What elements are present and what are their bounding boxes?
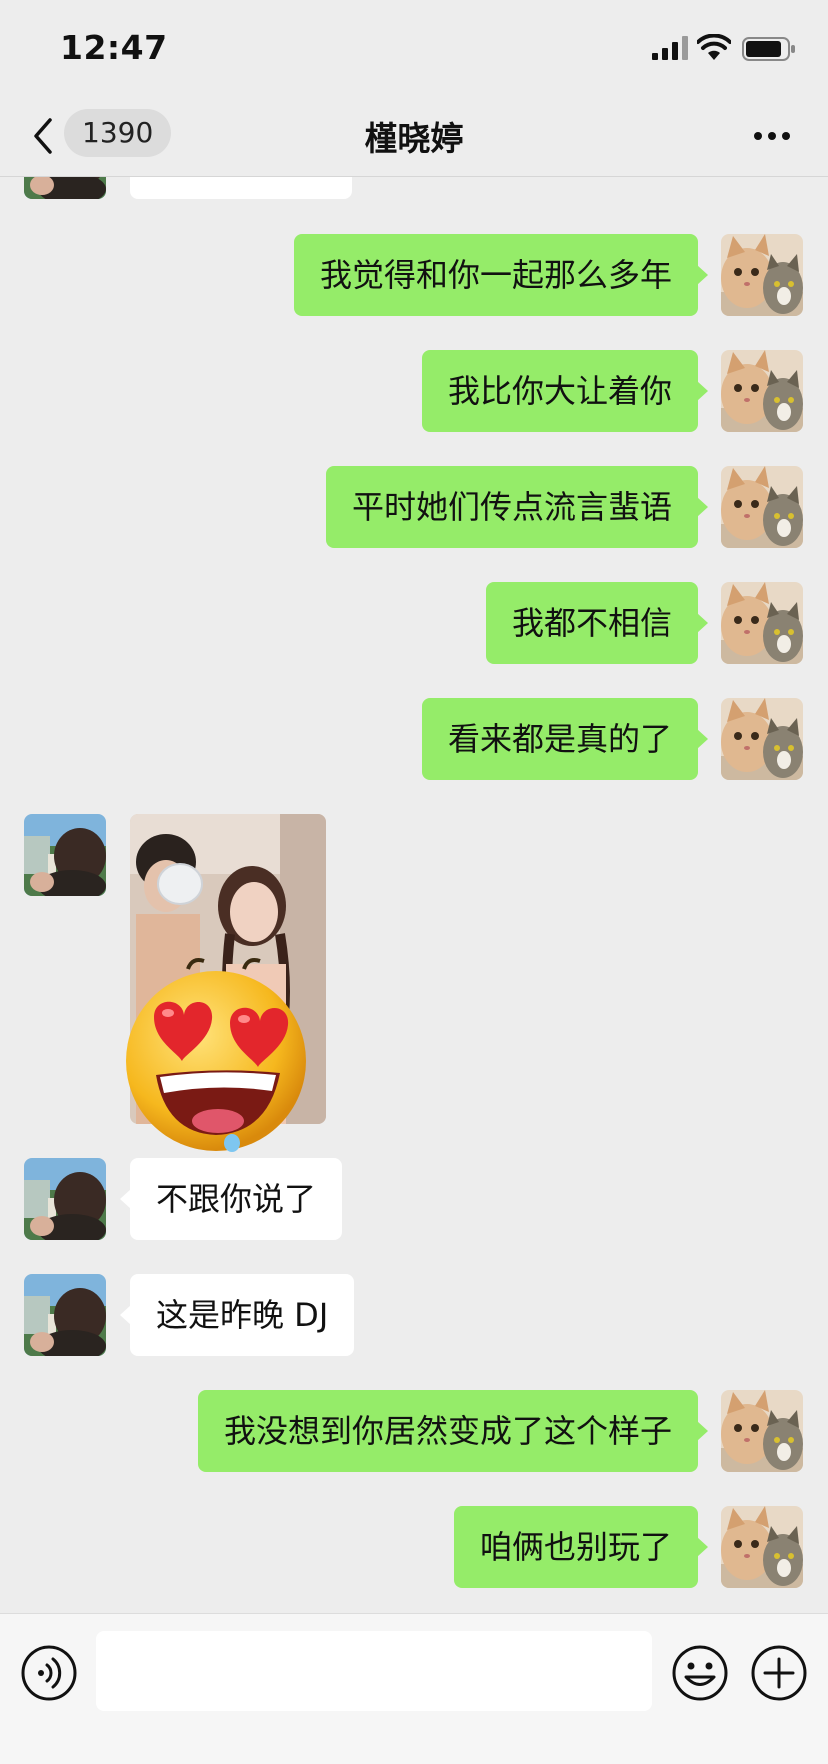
input-bar: [0, 1613, 828, 1764]
avatar-contact[interactable]: [24, 1158, 106, 1240]
battery-icon: [742, 37, 795, 61]
message-bubble-sent[interactable]: 我都不相信: [485, 582, 709, 664]
avatar-self[interactable]: [721, 582, 803, 664]
chat-title: 槿晓婷: [364, 119, 464, 158]
emoji-icon[interactable]: [671, 1644, 729, 1702]
message-bubble-received[interactable]: 不跟你说了: [119, 1158, 343, 1240]
message-bubble-sent[interactable]: 平时她们传点流言蜚语: [325, 466, 709, 548]
avatar-self[interactable]: [721, 466, 803, 548]
avatar-self[interactable]: [721, 698, 803, 780]
message-bubble-sent[interactable]: 我比你大让着你: [421, 350, 709, 432]
nav-bar: 1390 槿晓婷: [0, 100, 828, 177]
status-bar: 12:47: [0, 0, 828, 100]
avatar-self[interactable]: [721, 234, 803, 316]
plus-icon[interactable]: [750, 1644, 808, 1702]
message-bubble-sent[interactable]: 我觉得和你一起那么多年: [293, 234, 709, 316]
wifi-icon: [697, 34, 731, 60]
heart-eyes-emoji-sticker: [126, 958, 306, 1152]
more-icon[interactable]: [752, 130, 792, 142]
avatar-self[interactable]: [721, 1506, 803, 1588]
message-bubble-sent[interactable]: 我没想到你居然变成了这个样子: [197, 1390, 709, 1472]
status-time: 12:47: [60, 28, 168, 67]
message-input[interactable]: [96, 1631, 652, 1711]
message-bubble-sent[interactable]: 咱俩也别玩了: [453, 1506, 709, 1588]
message-bubble-sent[interactable]: 看来都是真的了: [421, 698, 709, 780]
avatar-self[interactable]: [721, 1390, 803, 1472]
avatar-contact[interactable]: [24, 1274, 106, 1356]
avatar-self[interactable]: [721, 350, 803, 432]
signal-icon: [652, 36, 688, 60]
message-bubble-received[interactable]: [130, 177, 352, 199]
message-list[interactable]: 我觉得和你一起那么多年 我比你大让着你 平时她们传点流言蜚语 我都不相信 看来都…: [0, 177, 828, 1613]
message-bubble-received[interactable]: 这是昨晚 DJ: [119, 1274, 355, 1356]
voice-icon[interactable]: [20, 1644, 78, 1702]
avatar-contact[interactable]: [24, 177, 106, 199]
avatar-contact[interactable]: [24, 814, 106, 896]
